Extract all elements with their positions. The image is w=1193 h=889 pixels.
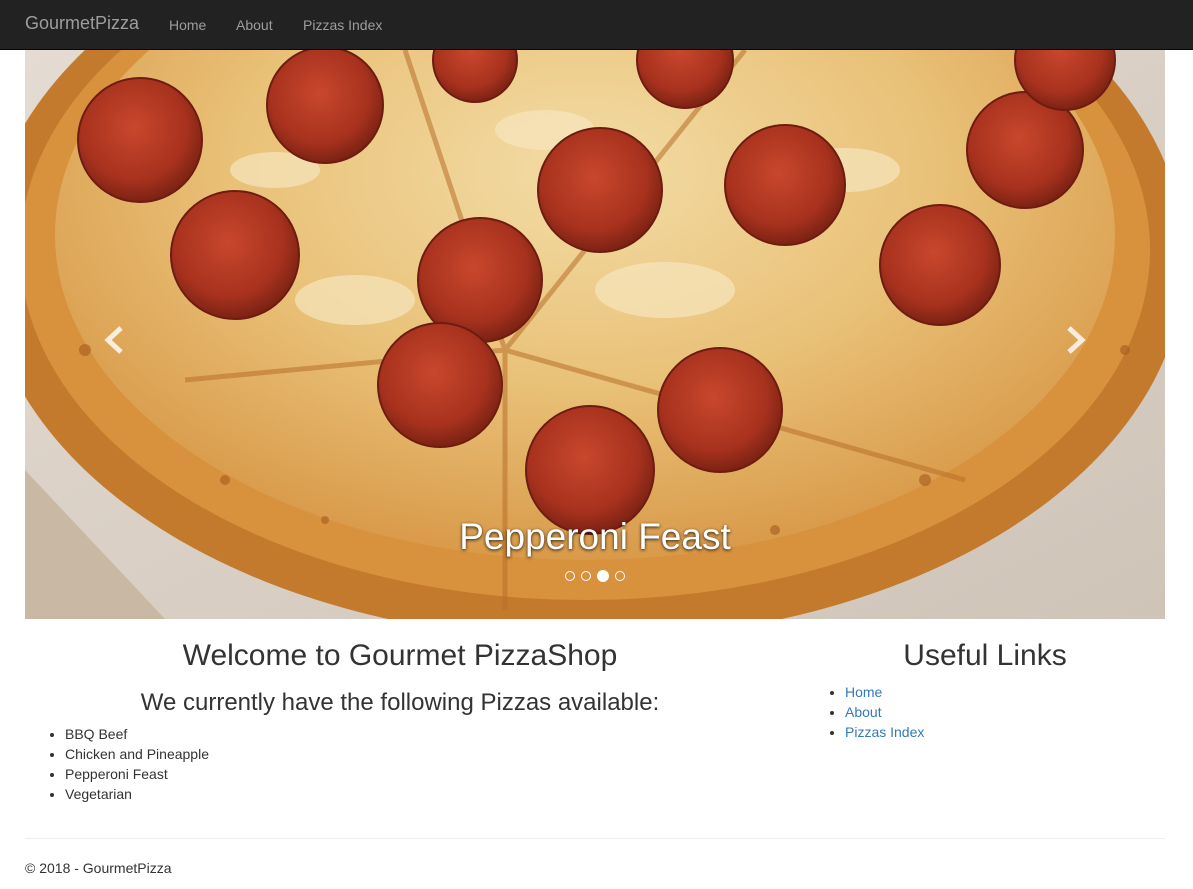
useful-link-item: Home (845, 682, 1165, 702)
nav-link-about[interactable]: About (236, 15, 273, 35)
carousel-next-button[interactable] (1055, 320, 1095, 360)
pizzas-subtitle: We currently have the following Pizzas a… (140, 689, 660, 716)
useful-link-item: Pizzas Index (845, 722, 1165, 742)
pizza-list: BBQ Beef Chicken and Pineapple Pepperoni… (25, 724, 775, 804)
carousel-indicator-active[interactable] (597, 570, 609, 582)
nav-link-home[interactable]: Home (169, 15, 206, 35)
carousel-indicator[interactable] (581, 571, 591, 581)
carousel-caption: Pepperoni Feast (459, 516, 731, 557)
useful-links-title: Useful Links (903, 639, 1067, 672)
useful-link-home[interactable]: Home (845, 684, 882, 700)
useful-link-pizzas-index[interactable]: Pizzas Index (845, 724, 924, 740)
useful-links-list: Home About Pizzas Index (805, 682, 1165, 742)
footer-copyright: © 2018 - GourmetPizza (25, 860, 172, 876)
navbar-brand[interactable]: GourmetPizza (25, 13, 139, 33)
main-content: Welcome to Gourmet PizzaShop We currentl… (25, 619, 775, 804)
carousel-indicators (25, 570, 1165, 582)
useful-link-item: About (845, 702, 1165, 722)
chevron-left-icon (104, 326, 123, 354)
pizza-list-item: BBQ Beef (65, 724, 775, 744)
footer-divider (25, 838, 1165, 839)
useful-link-about[interactable]: About (845, 704, 882, 720)
useful-links-panel: Useful Links Home About Pizzas Index (805, 619, 1165, 742)
carousel-prev-button[interactable] (95, 320, 135, 360)
carousel-indicator[interactable] (615, 571, 625, 581)
pizza-list-item: Chicken and Pineapple (65, 744, 775, 764)
carousel-indicator[interactable] (565, 571, 575, 581)
page-title: Welcome to Gourmet PizzaShop (182, 639, 618, 672)
pizza-list-item: Pepperoni Feast (65, 764, 775, 784)
pizza-list-item: Vegetarian (65, 784, 775, 804)
chevron-right-icon (1067, 326, 1086, 354)
top-navbar: GourmetPizza Home About Pizzas Index (0, 0, 1193, 50)
pizza-carousel[interactable]: Pepperoni Feast (25, 50, 1165, 619)
nav-link-pizzas-index[interactable]: Pizzas Index (303, 15, 382, 35)
